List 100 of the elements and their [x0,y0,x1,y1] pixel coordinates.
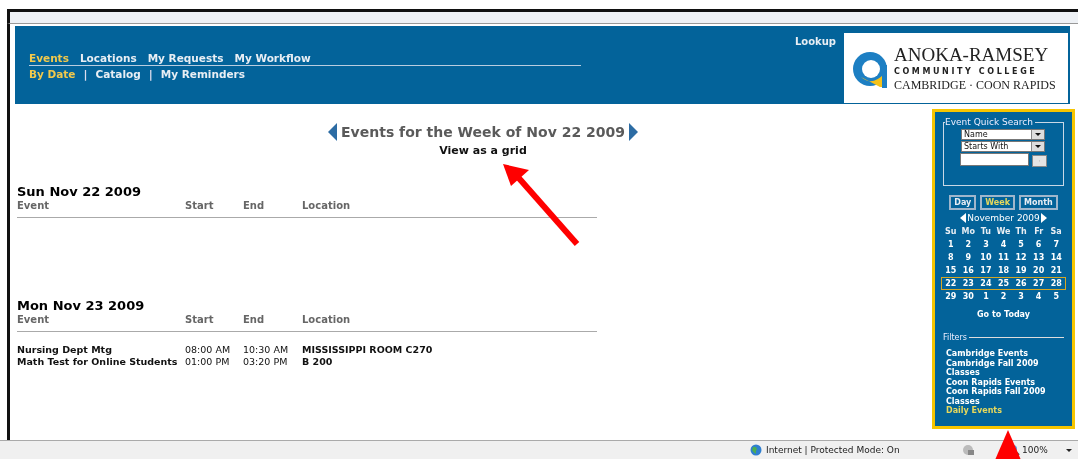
nav-link[interactable]: Events [29,52,69,64]
search-field[interactable] [960,153,1029,166]
college-subtitle: COMMUNITY COLLEGE [894,65,1038,77]
zoom-level: 100% [1022,445,1048,455]
calendar-day[interactable]: 19 [1012,265,1030,276]
event-name: Nursing Dept Mtg [17,344,113,356]
weekday-label: We [995,226,1012,237]
event-location: B 200 [302,356,334,368]
page-title: Events for the Week of Nov 22 2009 [341,124,625,140]
college-name: ANOKA-RAMSEY [894,43,1049,66]
calendar-day[interactable]: 4 [1029,291,1048,302]
filter-link[interactable]: Cambridge Fall 2009 Classes [946,358,1056,378]
calendar-day[interactable]: 25 [994,278,1013,289]
calendar-day[interactable]: 2 [959,239,978,250]
calendar-day[interactable]: 2 [994,291,1013,302]
start-time: 08:00 AM [185,344,232,356]
calendar-day[interactable]: 10 [977,252,995,263]
lookup-link[interactable]: Lookup [794,33,836,104]
campus-names: CAMBRIDGE · COON RAPIDS [894,76,1056,93]
calendar-day[interactable]: 16 [959,265,978,276]
lock-icon [962,444,974,456]
calendar-day[interactable]: 11 [994,252,1013,263]
calendar-day[interactable]: 9 [959,252,978,263]
event-location: MISSISSIPPI ROOM C270 [302,344,434,356]
nav-link[interactable]: Locations [79,52,137,64]
filters-legend: Filters [943,333,967,342]
column-header: Start [185,314,215,325]
calendar-day[interactable]: 15 [942,265,960,276]
caret-icon [1035,133,1041,136]
nav-link[interactable]: My Requests [147,52,224,64]
end-time: 03:20 PM [243,356,289,368]
calendar-day[interactable]: 14 [1047,252,1065,263]
calendar-day[interactable]: 13 [1029,252,1048,263]
calendar-day[interactable]: 17 [977,265,995,276]
view-button[interactable]: Month [1019,195,1058,210]
security-zone: Internet | Protected Mode: On [766,445,900,455]
view-button[interactable]: Day [949,195,977,210]
caret-icon [1035,145,1041,148]
calendar-day[interactable]: 6 [1029,239,1048,250]
event-name: Math Test for Online Students [17,356,179,368]
column-header: End [243,314,266,325]
weekday-label: Mo [960,226,977,237]
dropdown[interactable]: Name [961,129,1045,140]
column-header: Event [17,200,51,211]
calendar-day[interactable]: 29 [942,291,960,302]
month-label: November 2009 [967,213,1040,223]
group-legend: Event Quick Search [945,117,1035,127]
separator: | [148,68,153,81]
column-header: Start [185,200,215,211]
next-week-icon [627,123,639,141]
calendar-day[interactable]: 3 [1012,291,1030,302]
previous-week-icon [327,123,339,141]
nav-link[interactable]: My Workflow [234,52,311,64]
subnav-link[interactable]: Catalog [95,68,141,81]
column-header: Location [302,200,352,211]
start-time: 01:00 PM [185,356,231,368]
search-button[interactable] [1032,155,1047,167]
separator: | [83,68,88,81]
weekday-label: Sa [1049,226,1063,237]
column-header: Event [17,314,51,325]
end-time: 10:30 AM [243,344,290,356]
calendar-day[interactable]: 21 [1047,265,1065,276]
calendar-day[interactable]: 30 [959,291,978,302]
subnav-link[interactable]: My Reminders [160,68,245,81]
calendar-day[interactable]: 20 [1029,265,1048,276]
calendar-day[interactable]: 18 [994,265,1013,276]
calendar-day[interactable]: 26 [1012,278,1030,289]
calendar-day[interactable]: 28 [1047,278,1065,289]
filter-link[interactable]: Cambridge Events [946,349,1056,359]
weekday-label: Su [944,226,958,237]
calendar-day[interactable]: 22 [942,278,960,289]
previous-month-icon [960,213,967,223]
calendar-day[interactable]: 1 [942,239,960,250]
column-header: Location [302,314,352,325]
day-heading: Mon Nov 23 2009 [17,298,146,314]
grid-view-link[interactable]: View as a grid [439,144,527,157]
subnav-link[interactable]: By Date [29,68,76,81]
filter-link[interactable]: Daily Events [946,406,1056,416]
arrow-drawing [995,430,1021,459]
today-link[interactable]: Go to Today [935,310,1072,319]
calendar-day[interactable]: 3 [977,239,995,250]
calendar-day[interactable]: 12 [1012,252,1030,263]
filter-link[interactable]: Coon Rapids Fall 2009 Classes [946,387,1056,406]
globe-icon [750,444,762,456]
caret-icon [1065,448,1072,452]
next-month-icon [1040,213,1047,223]
calendar-day[interactable]: 4 [994,239,1013,250]
view-button[interactable]: Week [980,195,1016,210]
filter-link[interactable]: Coon Rapids Events [946,377,1056,387]
calendar-day[interactable]: 5 [1047,291,1065,302]
day-heading: Sun Nov 22 2009 [17,184,142,200]
calendar-day[interactable]: 5 [1012,239,1030,250]
calendar-day[interactable]: 27 [1029,278,1048,289]
calendar-day[interactable]: 8 [942,252,960,263]
weekday-label: Th [1014,226,1028,237]
calendar-day[interactable]: 23 [959,278,978,289]
calendar-day[interactable]: 24 [977,278,995,289]
calendar-day[interactable]: 1 [977,291,995,302]
calendar-day[interactable]: 7 [1047,239,1065,250]
dropdown[interactable]: Starts With [961,141,1045,152]
